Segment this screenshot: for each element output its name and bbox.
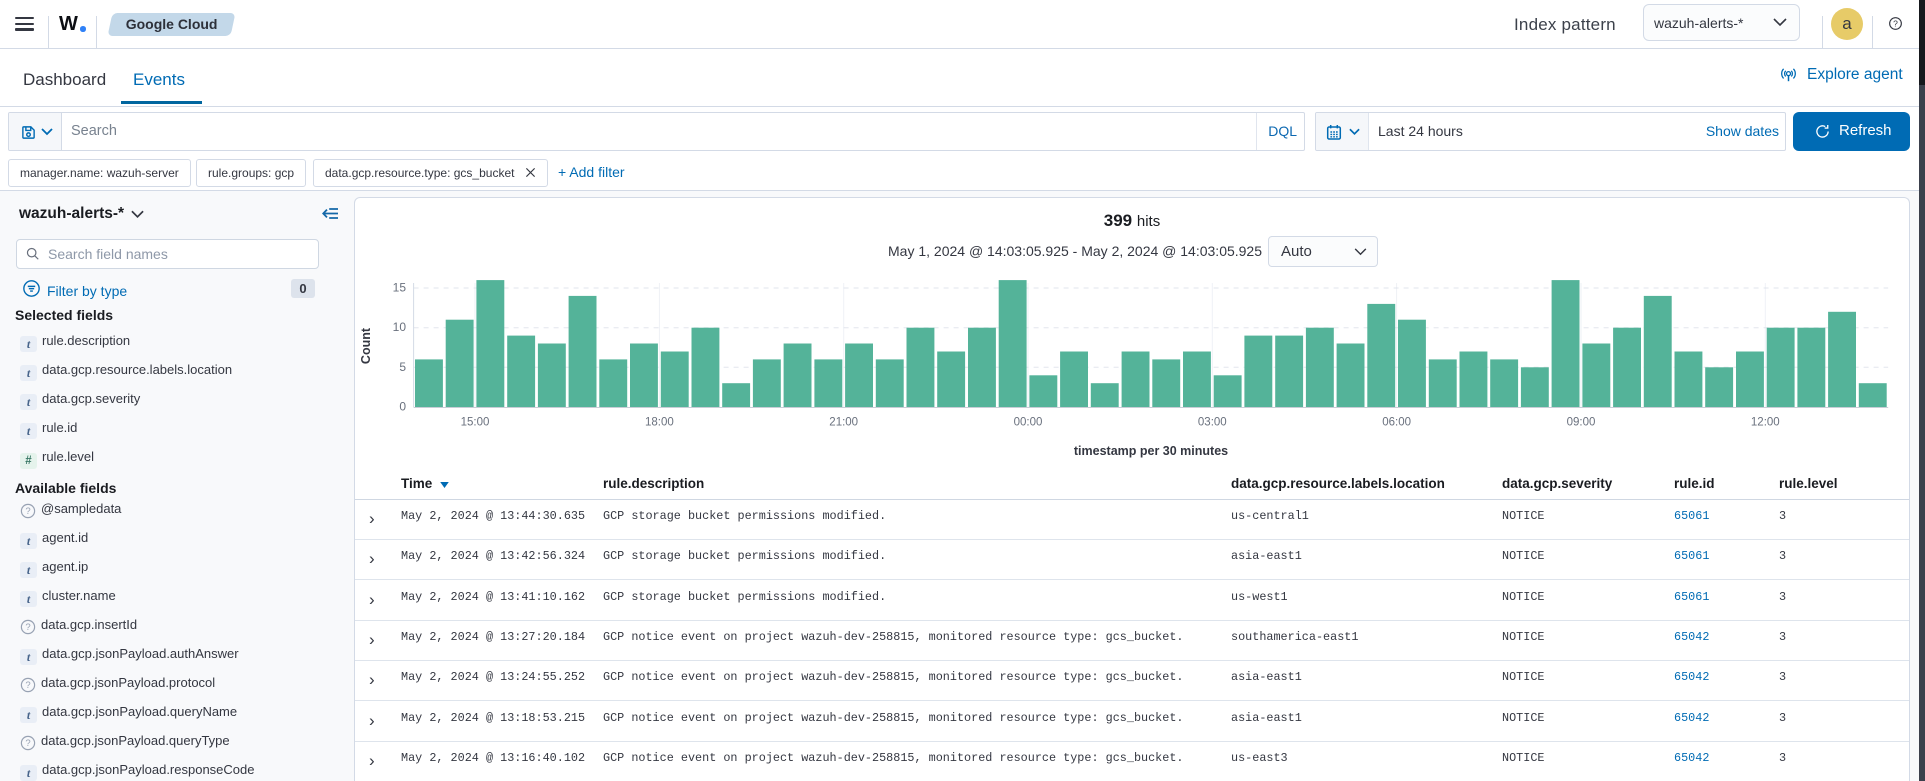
svg-text:15: 15 (393, 281, 407, 295)
svg-text:03:00: 03:00 (1198, 417, 1227, 429)
svg-text:21:00: 21:00 (829, 417, 858, 429)
svg-text:5: 5 (399, 360, 406, 374)
svg-text:?: ? (25, 622, 30, 633)
svg-text:0: 0 (399, 400, 406, 414)
svg-text:18:00: 18:00 (645, 417, 674, 429)
svg-text:?: ? (25, 680, 30, 691)
svg-text:06:00: 06:00 (1382, 417, 1411, 429)
svg-text:?: ? (25, 506, 30, 517)
svg-text:00:00: 00:00 (1014, 417, 1043, 429)
svg-text:10: 10 (393, 320, 407, 334)
svg-text:12:00: 12:00 (1751, 417, 1780, 429)
svg-text:09:00: 09:00 (1567, 417, 1596, 429)
svg-text:?: ? (25, 738, 30, 749)
svg-text:15:00: 15:00 (461, 417, 490, 429)
